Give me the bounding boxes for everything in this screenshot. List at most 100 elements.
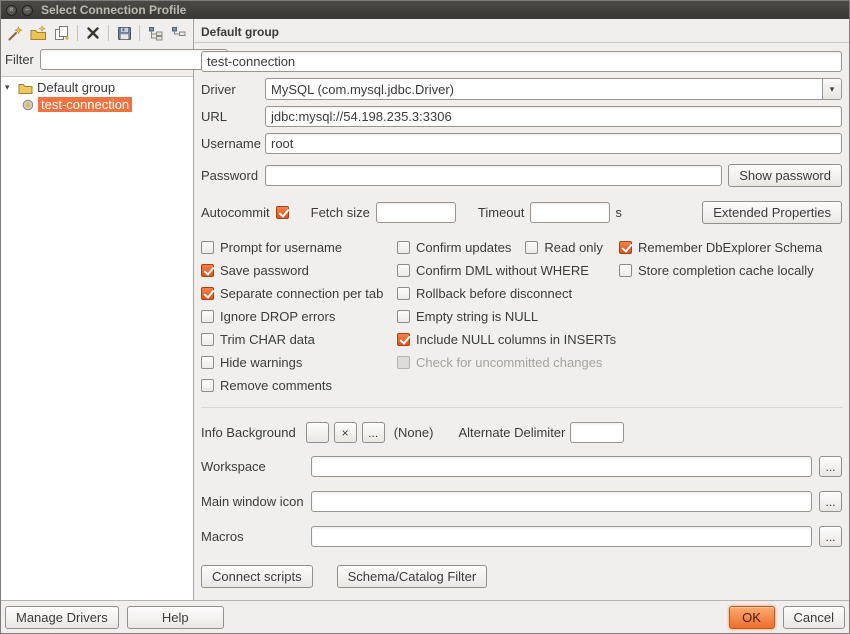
main-window-icon-row: Main window icon ... [201, 491, 842, 512]
username-row: Username [201, 133, 842, 154]
checkbox-include-null-inserts[interactable]: Include NULL columns in INSERTs [397, 328, 619, 351]
driver-select[interactable]: MySQL (com.mysql.jdbc.Driver) ▾ [265, 78, 842, 100]
options-column-2: Confirm updates Read only Confirm DML wi… [397, 236, 619, 397]
profile-editor-panel: Default group Driver MySQL (com.mysql.jd… [194, 19, 849, 600]
extended-properties-button[interactable]: Extended Properties [702, 201, 842, 224]
driver-value: MySQL (com.mysql.jdbc.Driver) [266, 82, 822, 97]
toolbar-separator [77, 25, 78, 41]
password-input[interactable] [265, 165, 722, 186]
autocommit-label: Autocommit [201, 205, 270, 220]
new-profile-button[interactable] [4, 22, 26, 45]
checkbox-icon [397, 264, 410, 277]
help-button[interactable]: Help [127, 606, 224, 629]
clear-color-button[interactable]: × [334, 422, 357, 443]
url-row: URL [201, 106, 842, 127]
workspace-input[interactable] [311, 456, 812, 477]
checkbox-save-password[interactable]: Save password [201, 259, 397, 282]
checkbox-uncommitted-changes: Check for uncommitted changes [397, 351, 619, 374]
dialog-body: Filter ▾ Default group test-connection D… [1, 19, 849, 600]
save-profiles-button[interactable] [113, 22, 135, 45]
checkbox-ignore-drop-errors[interactable]: Ignore DROP errors [201, 305, 397, 328]
minimize-button[interactable]: – [22, 5, 33, 16]
checkbox-prompt-username[interactable]: Prompt for username [201, 236, 397, 259]
clear-icon: × [342, 427, 349, 439]
new-profile-icon [7, 25, 24, 42]
toolbar-separator [108, 25, 109, 41]
checkbox-icon [201, 310, 214, 323]
save-icon [117, 26, 132, 41]
delete-profile-button[interactable] [82, 22, 104, 45]
cancel-button[interactable]: Cancel [783, 606, 845, 629]
macros-row: Macros ... [201, 526, 842, 547]
copy-profile-icon [54, 25, 70, 41]
checkbox-autocommit[interactable] [276, 201, 289, 224]
checkbox-completion-cache[interactable]: Store completion cache locally [619, 259, 842, 282]
password-row: Password Show password [201, 164, 842, 187]
ok-button[interactable]: OK [729, 606, 775, 629]
username-label: Username [201, 136, 265, 151]
main-window-icon-browse-button[interactable]: ... [819, 491, 842, 512]
checkbox-icon [397, 333, 410, 346]
url-input[interactable] [265, 106, 842, 127]
copy-profile-button[interactable] [51, 22, 73, 45]
timeout-suffix: s [615, 205, 622, 220]
checkbox-read-only[interactable]: Read only [525, 236, 603, 259]
collapse-groups-button[interactable] [168, 22, 190, 45]
checkbox-empty-string-null[interactable]: Empty string is NULL [397, 305, 619, 328]
tree-group-default[interactable]: ▾ Default group [1, 79, 193, 96]
tree-group-label: Default group [37, 80, 115, 95]
checkbox-icon [201, 379, 214, 392]
fetch-size-label: Fetch size [311, 205, 370, 220]
connect-scripts-button[interactable]: Connect scripts [201, 565, 313, 588]
autocommit-checkbox-icon [276, 206, 289, 219]
toolbar-separator [139, 25, 140, 41]
checkbox-icon [619, 264, 632, 277]
checkbox-hide-warnings[interactable]: Hide warnings [201, 351, 397, 374]
checkbox-icon [201, 264, 214, 277]
workspace-browse-button[interactable]: ... [819, 456, 842, 477]
expand-groups-button[interactable] [144, 22, 166, 45]
macros-input[interactable] [311, 526, 812, 547]
main-window-icon-input[interactable] [311, 491, 812, 512]
timeout-label: Timeout [478, 205, 524, 220]
profile-name-input[interactable] [201, 51, 842, 72]
pick-color-button[interactable]: ... [362, 422, 385, 443]
fetch-size-input[interactable] [376, 202, 456, 223]
checkbox-separate-connection[interactable]: Separate connection per tab [201, 282, 397, 305]
schema-catalog-filter-button[interactable]: Schema/Catalog Filter [337, 565, 488, 588]
checkbox-confirm-dml[interactable]: Confirm DML without WHERE [397, 259, 619, 282]
window-title: Select Connection Profile [41, 3, 186, 17]
macros-browse-button[interactable]: ... [819, 526, 842, 547]
profile-toolbar [1, 19, 193, 47]
filter-row: Filter [1, 47, 193, 76]
new-group-button[interactable] [27, 22, 49, 45]
manage-drivers-button[interactable]: Manage Drivers [5, 606, 119, 629]
checkbox-icon [397, 287, 410, 300]
checkbox-rollback-disconnect[interactable]: Rollback before disconnect [397, 282, 619, 305]
timeout-input[interactable] [530, 202, 610, 223]
checkbox-confirm-updates[interactable]: Confirm updates [397, 236, 511, 259]
delete-icon [86, 26, 100, 40]
checkbox-remove-comments[interactable]: Remove comments [201, 374, 397, 397]
checkbox-icon [201, 287, 214, 300]
close-button[interactable]: × [6, 5, 17, 16]
info-background-swatch-button[interactable] [306, 422, 329, 443]
show-password-button[interactable]: Show password [728, 164, 842, 187]
checkbox-icon [525, 241, 538, 254]
checkbox-trim-char-data[interactable]: Trim CHAR data [201, 328, 397, 351]
close-icon: × [9, 6, 14, 14]
dropdown-arrow-icon[interactable]: ▾ [822, 79, 841, 99]
workspace-label: Workspace [201, 459, 311, 474]
checkbox-remember-dbexplorer[interactable]: Remember DbExplorer Schema [619, 236, 842, 259]
folder-icon [18, 82, 33, 94]
tree-expander-icon[interactable]: ▾ [5, 82, 14, 93]
alternate-delimiter-label: Alternate Delimiter [458, 425, 565, 440]
profile-form: Driver MySQL (com.mysql.jdbc.Driver) ▾ U… [194, 43, 849, 600]
username-input[interactable] [265, 133, 842, 154]
macros-label: Macros [201, 529, 311, 544]
alternate-delimiter-input[interactable] [570, 422, 624, 443]
expand-groups-icon [148, 25, 164, 41]
new-group-icon [30, 25, 47, 41]
scripts-row: Connect scripts Schema/Catalog Filter [201, 565, 842, 588]
tree-item-test-connection[interactable]: test-connection [1, 96, 193, 113]
